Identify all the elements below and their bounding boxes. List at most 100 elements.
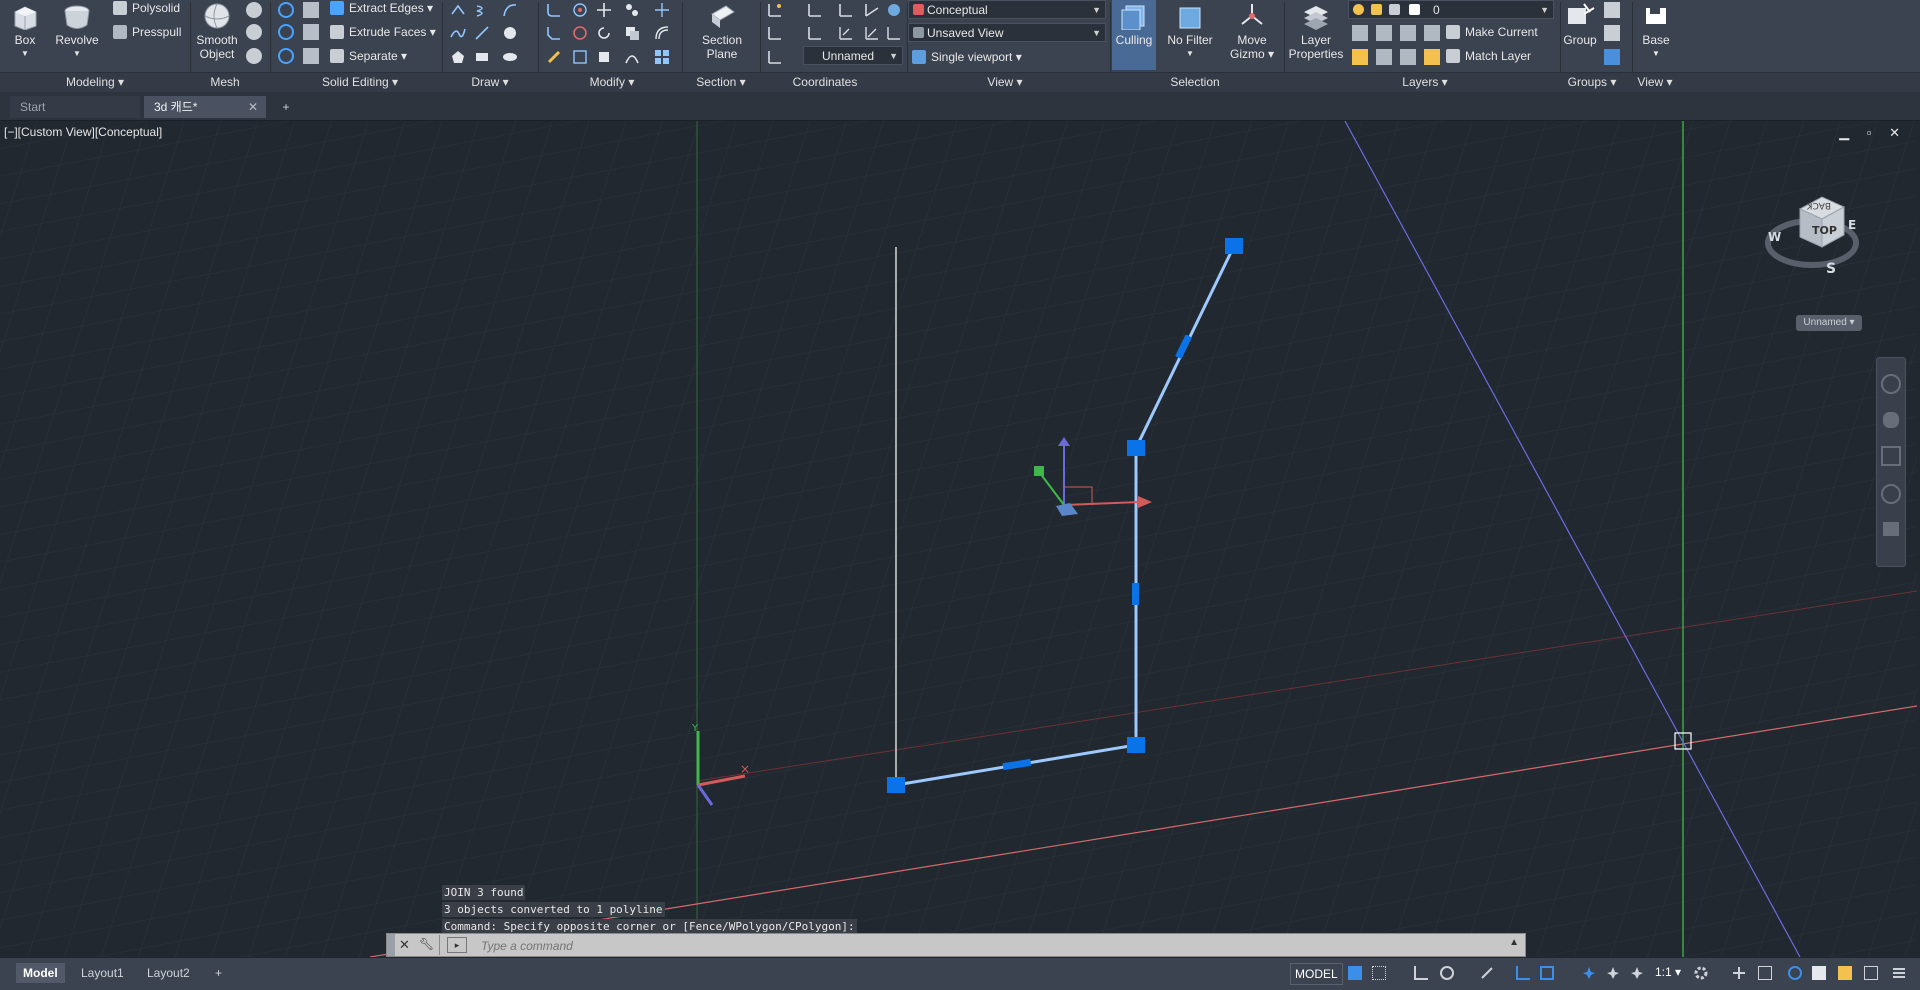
viewport-config-button[interactable]: Single viewport ▾ xyxy=(912,47,1022,67)
fullscreen-icon[interactable] xyxy=(1864,966,1878,980)
isodraft-icon[interactable] xyxy=(1480,966,1494,980)
polar-tracking-icon[interactable] xyxy=(1440,966,1454,980)
circle-icon[interactable] xyxy=(502,25,518,41)
ucs-face-icon[interactable] xyxy=(838,25,854,41)
spline-icon[interactable] xyxy=(450,25,466,41)
grip-midpoint[interactable] xyxy=(1132,583,1139,605)
extract-edges-button[interactable]: Extract Edges ▾ xyxy=(330,0,433,18)
viewcube[interactable]: BACK TOP W E S xyxy=(1764,187,1860,283)
tab-drawing[interactable]: 3d 캐드* ✕ xyxy=(144,96,266,118)
match-layer-button[interactable]: Match Layer xyxy=(1446,46,1531,66)
layout-tab-layout1[interactable]: Layout1 xyxy=(74,963,131,983)
ucs-icon[interactable] xyxy=(767,2,783,18)
customization-menu-icon[interactable] xyxy=(1892,966,1906,980)
clean-screen-toggle-icon[interactable] xyxy=(1838,966,1852,980)
snap-mode-icon[interactable] xyxy=(1372,966,1386,980)
model-space-button[interactable]: MODEL xyxy=(1290,963,1343,985)
group-button[interactable]: Group xyxy=(1562,0,1598,47)
layer-dropdown[interactable]: 0 ▼ xyxy=(1348,0,1554,19)
revolve-button[interactable]: Revolve ▼ xyxy=(52,0,102,61)
copy-icon[interactable] xyxy=(624,25,640,41)
groups-panel-title[interactable]: Groups ▾ xyxy=(1562,73,1622,92)
ucs-y-icon[interactable] xyxy=(886,25,902,41)
grip-endpoint[interactable] xyxy=(887,777,905,793)
modify-panel-title[interactable]: Modify ▾ xyxy=(582,73,642,92)
chamfer-icon[interactable] xyxy=(546,25,562,41)
ucs-object-icon[interactable] xyxy=(807,25,823,41)
separate-button[interactable]: Separate ▾ xyxy=(330,46,407,66)
no-filter-button[interactable]: No Filter ▼ xyxy=(1162,0,1218,61)
polysolid-button[interactable]: Polysolid xyxy=(113,0,180,18)
ellipse-icon[interactable] xyxy=(502,49,518,65)
3d-rotate-icon[interactable] xyxy=(572,2,588,18)
layout-tab-model[interactable]: Model xyxy=(16,963,65,983)
rectangle-icon[interactable] xyxy=(474,49,490,65)
subtract-icon[interactable] xyxy=(278,24,294,40)
trim-icon[interactable] xyxy=(654,2,670,18)
ucs-named-icon[interactable] xyxy=(767,49,783,65)
smooth-object-button[interactable]: Smooth Object xyxy=(194,0,240,61)
close-tab-icon[interactable]: ✕ xyxy=(248,96,258,118)
ucs-world-icon[interactable] xyxy=(807,2,823,18)
culling-button[interactable]: Culling xyxy=(1112,0,1156,70)
view-panel-title[interactable]: View ▾ xyxy=(980,73,1030,92)
annotation-monitor-icon[interactable] xyxy=(1732,966,1746,980)
auto-scale-icon[interactable] xyxy=(1606,966,1620,980)
layer-freeze-icon[interactable] xyxy=(1400,25,1416,41)
visual-style-dropdown[interactable]: Conceptual ▼ xyxy=(908,0,1106,19)
offset-icon[interactable] xyxy=(654,25,670,41)
customize-wrench-icon[interactable]: 🔧︎ xyxy=(419,937,434,951)
viewport-window-controls[interactable]: ▁ ▫ ✕ xyxy=(1839,125,1907,141)
command-grip-handle[interactable] xyxy=(387,934,395,956)
thicken-icon[interactable] xyxy=(303,48,319,64)
arc-icon[interactable] xyxy=(502,2,518,18)
intersect-icon[interactable] xyxy=(278,48,294,64)
model-viewport[interactable]: Y × [−][Custom View][Conceptual] ▁ ▫ ✕ B… xyxy=(0,121,1917,957)
layer-off-icon[interactable] xyxy=(1376,49,1392,65)
annotation-scale-icon[interactable] xyxy=(1630,966,1644,980)
layer-isolate-icon[interactable] xyxy=(1376,25,1392,41)
helix-icon[interactable] xyxy=(474,2,490,18)
graphics-performance-icon[interactable] xyxy=(1812,966,1826,980)
orbit-icon[interactable] xyxy=(1881,484,1901,504)
ungroup-icon[interactable] xyxy=(1604,2,1620,18)
move-gizmo-button[interactable]: Move Gizmo ▾ xyxy=(1224,0,1280,61)
ucs-view-icon[interactable] xyxy=(767,25,783,41)
grid-display-icon[interactable] xyxy=(1348,966,1362,980)
draw-panel-title[interactable]: Draw ▾ xyxy=(465,73,515,92)
array-icon[interactable] xyxy=(654,49,670,65)
union-icon[interactable] xyxy=(278,2,294,18)
polyline-icon[interactable] xyxy=(450,2,466,18)
layout-tab-layout2[interactable]: Layout2 xyxy=(140,963,197,983)
viewport-controls-label[interactable]: [−][Custom View][Conceptual] xyxy=(4,125,162,139)
showmotion-icon[interactable] xyxy=(1883,522,1899,536)
layer-walk-icon[interactable] xyxy=(1424,49,1440,65)
layer-on-icon[interactable] xyxy=(1352,49,1368,65)
selection-panel-title[interactable]: Selection xyxy=(1160,73,1230,92)
navigation-bar[interactable] xyxy=(1876,357,1906,567)
ucs-zaxis-icon[interactable] xyxy=(864,2,880,18)
modeling-panel-title[interactable]: Modeling ▾ xyxy=(60,73,130,92)
interfere-icon[interactable] xyxy=(303,2,319,18)
fillet-icon[interactable] xyxy=(546,2,562,18)
rotate-icon[interactable] xyxy=(596,25,612,41)
ucs-3point-icon[interactable] xyxy=(886,2,902,18)
annotation-visibility-icon[interactable] xyxy=(1582,966,1596,980)
polygon-icon[interactable] xyxy=(450,49,466,65)
grip-vertex[interactable] xyxy=(1127,737,1145,753)
scale-icon[interactable] xyxy=(596,49,612,65)
object-snap-tracking-icon[interactable] xyxy=(1516,966,1530,980)
close-command-icon[interactable]: ✕ xyxy=(399,937,410,953)
ucs-named-dropdown[interactable]: Unnamed ▼ xyxy=(803,46,903,65)
layer-unlock-icon[interactable] xyxy=(1424,25,1440,41)
move-icon[interactable] xyxy=(596,2,612,18)
coordinates-panel-title[interactable]: Coordinates xyxy=(790,73,860,92)
make-current-button[interactable]: Make Current xyxy=(1446,22,1538,42)
ortho-icon[interactable] xyxy=(1414,966,1428,980)
section-panel-title[interactable]: Section ▾ xyxy=(685,73,757,92)
presspull-button[interactable]: Presspull xyxy=(113,22,181,42)
line-icon[interactable] xyxy=(474,25,490,41)
mesh-refine-icon[interactable] xyxy=(246,24,262,40)
group-edit-icon[interactable] xyxy=(1604,25,1620,41)
extrude-faces-button[interactable]: Extrude Faces ▾ xyxy=(330,22,436,42)
